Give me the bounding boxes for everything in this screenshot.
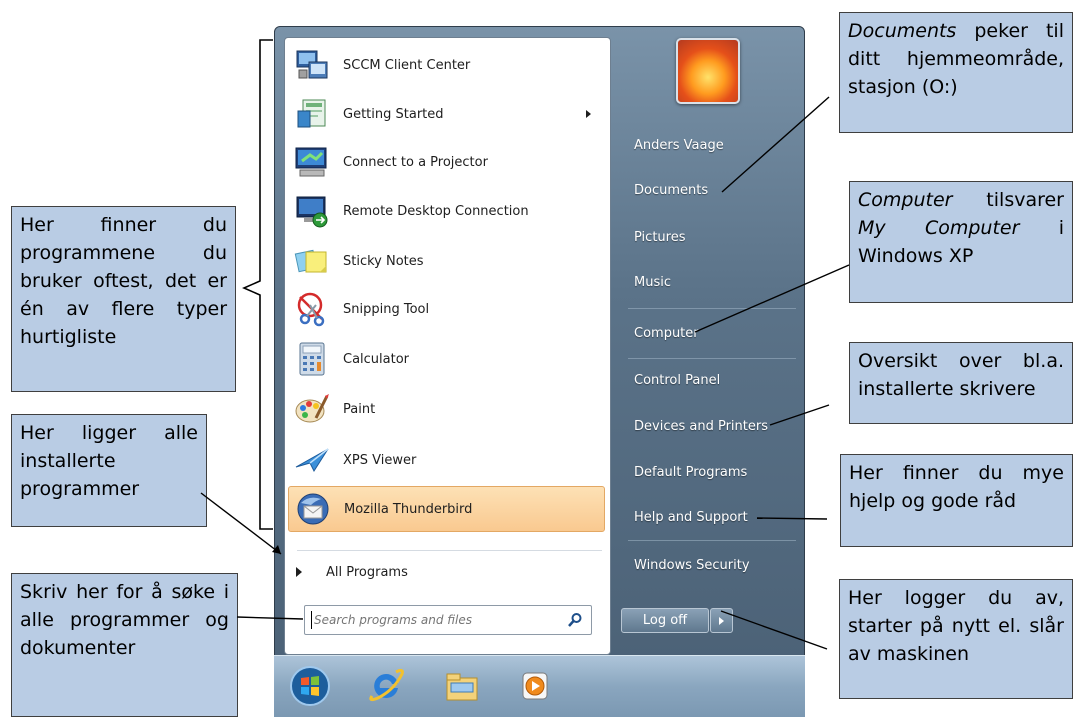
leader-line (721, 96, 830, 193)
leader-line (694, 264, 850, 333)
leader-line (236, 616, 304, 620)
bracket-line (242, 39, 273, 530)
leader-line (200, 492, 282, 555)
arrowhead-icon (272, 545, 281, 554)
leader-line (720, 610, 828, 650)
annotation-lines (200, 39, 850, 650)
leader-line (756, 517, 828, 520)
leader-line (769, 404, 830, 426)
